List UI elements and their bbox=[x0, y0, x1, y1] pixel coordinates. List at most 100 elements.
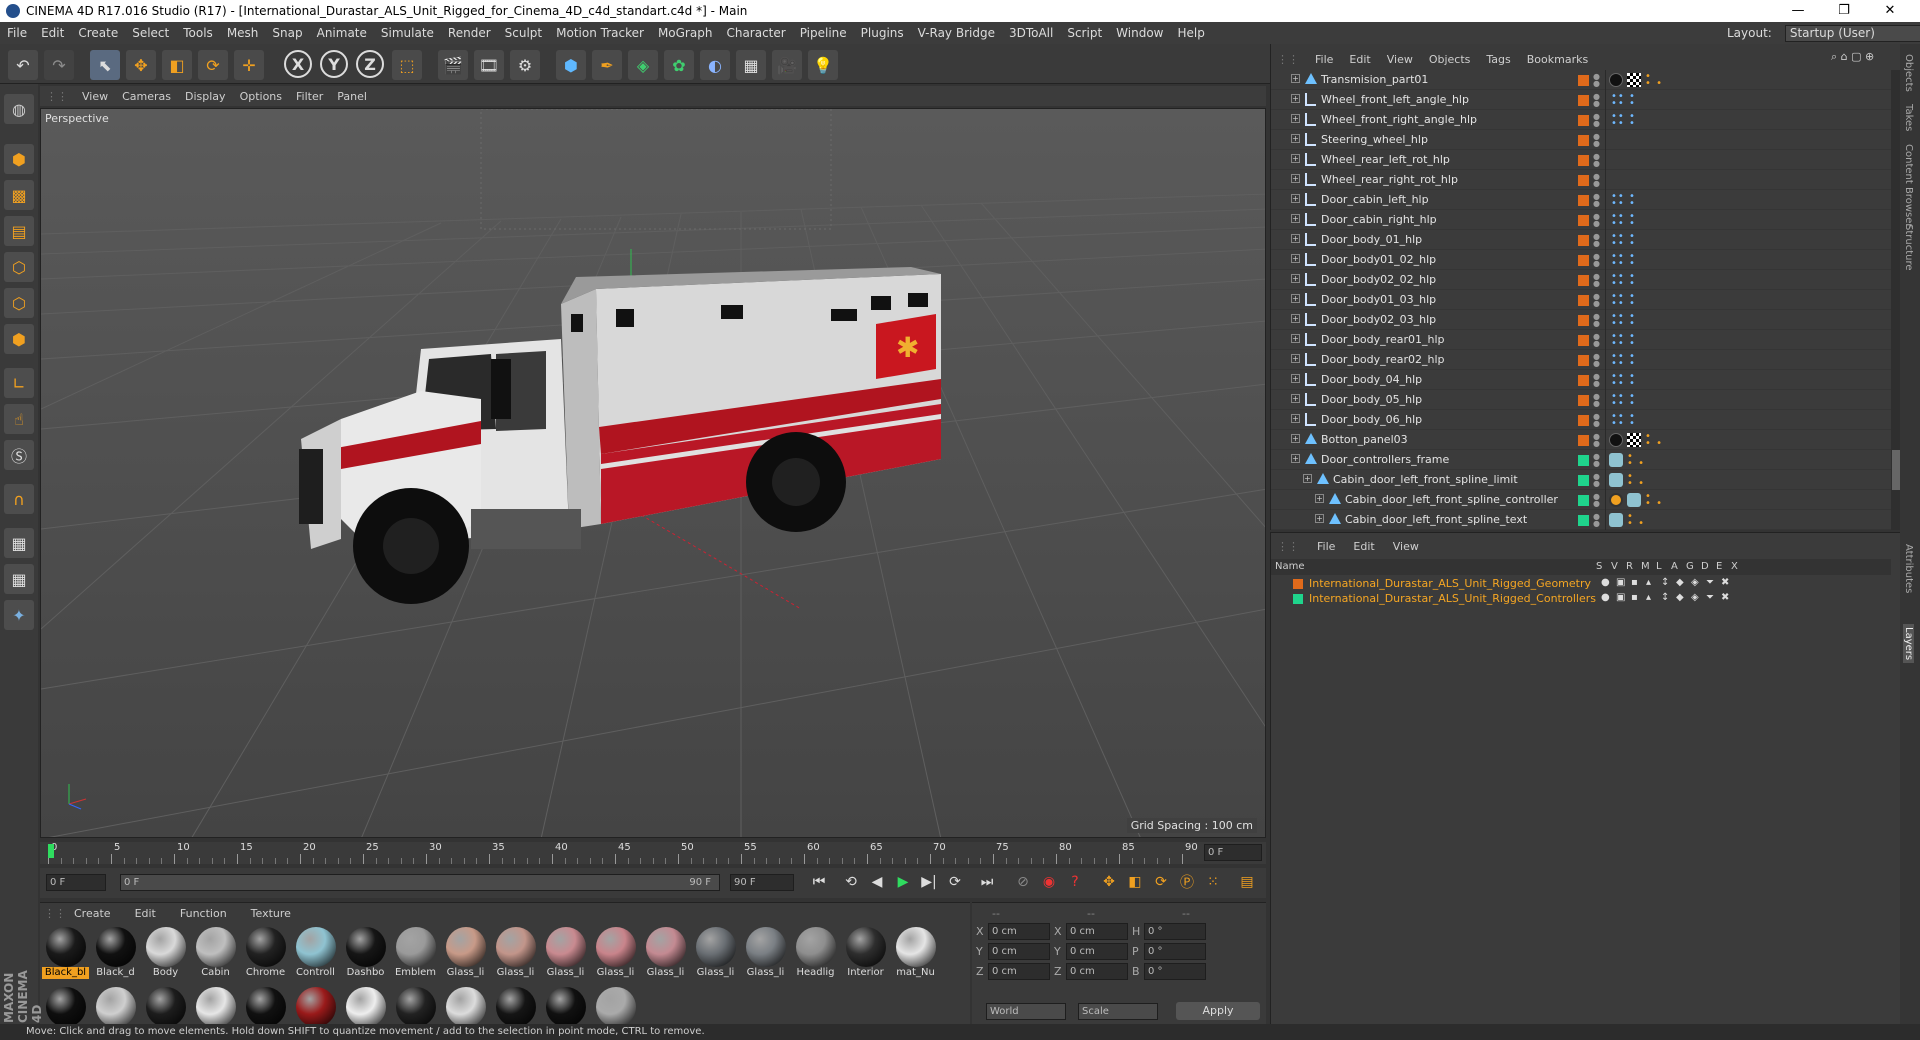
material-swatch[interactable]: Chrome bbox=[242, 925, 289, 979]
axis-mode-icon[interactable]: ∟ bbox=[4, 368, 34, 398]
cube-primitive-icon[interactable]: ⬢ bbox=[556, 50, 586, 80]
expand-toggle-icon[interactable]: + bbox=[1291, 394, 1300, 403]
layer-toggle-icon[interactable]: ▪ bbox=[1631, 577, 1638, 588]
floor-icon[interactable]: ▦ bbox=[736, 50, 766, 80]
render-view-icon[interactable]: 🎬 bbox=[438, 50, 468, 80]
visibility-dots-icon[interactable]: ● ● bbox=[1593, 273, 1600, 288]
expand-toggle-icon[interactable]: + bbox=[1291, 334, 1300, 343]
magnet-icon[interactable]: ∩ bbox=[4, 484, 34, 514]
layer-color-swatch[interactable] bbox=[1578, 215, 1589, 226]
close-button[interactable]: ✕ bbox=[1867, 0, 1913, 22]
side-tab-objects[interactable]: Objects bbox=[1903, 54, 1914, 92]
material-swatch[interactable]: Interior bbox=[842, 925, 889, 979]
constraint-tag-icon[interactable]: •• • •• • bbox=[1611, 92, 1636, 109]
material-swatch[interactable] bbox=[542, 985, 589, 1025]
material-swatch[interactable]: Glass_li bbox=[592, 925, 639, 979]
layer-color-swatch[interactable] bbox=[1578, 495, 1589, 506]
redo-button[interactable]: ↷ bbox=[44, 50, 74, 80]
layer-color-swatch[interactable] bbox=[1578, 395, 1589, 406]
texture-mode-icon[interactable]: ▩ bbox=[4, 180, 34, 210]
menu-tools[interactable]: Tools bbox=[176, 26, 220, 40]
side-tab-attributes[interactable]: Attributes bbox=[1903, 544, 1914, 593]
layer-color-swatch[interactable] bbox=[1578, 415, 1589, 426]
material-swatch[interactable]: Glass_li bbox=[442, 925, 489, 979]
timeline-ruler[interactable]: 0 5 10 15 20 25 30 35 40 45 50 55 60 65 70 75 80 85 90 0 F bbox=[40, 842, 1266, 864]
menu-window[interactable]: Window bbox=[1109, 26, 1170, 40]
expand-toggle-icon[interactable]: + bbox=[1291, 254, 1300, 263]
make-editable-icon[interactable]: ◍ bbox=[4, 94, 34, 124]
object-row[interactable]: + Door_body01_02_hlp ● ● •• • •• • bbox=[1271, 250, 1891, 270]
visibility-dots-icon[interactable]: ● ● bbox=[1593, 193, 1600, 208]
previous-keyframe-icon[interactable]: ⟲ bbox=[840, 871, 862, 893]
layer-color-swatch[interactable] bbox=[1578, 435, 1589, 446]
coord-value-field[interactable]: 0 cm bbox=[1066, 923, 1128, 940]
visibility-dots-icon[interactable]: ● ● bbox=[1593, 133, 1600, 148]
layer-toggle-icon[interactable]: ◆ bbox=[1676, 577, 1684, 588]
end-frame-field[interactable]: 90 F bbox=[730, 874, 794, 891]
object-row[interactable]: + Cabin_door_left_front_spline_text ● ● • • • bbox=[1271, 510, 1891, 530]
layer-color-swatch[interactable] bbox=[1578, 235, 1589, 246]
layer-toggle-icon[interactable]: ⏷ bbox=[1706, 577, 1714, 588]
material-tag-icon[interactable] bbox=[1609, 453, 1623, 467]
layer-toggle-icon[interactable]: ▪ bbox=[1631, 592, 1638, 603]
viewport-nav-icons[interactable]: ✥ bbox=[1211, 109, 1221, 110]
material-swatch[interactable]: Black_bl bbox=[42, 925, 89, 979]
layer-column-header[interactable]: D bbox=[1701, 561, 1709, 572]
menu-animate[interactable]: Animate bbox=[310, 26, 374, 40]
visibility-dots-icon[interactable]: ● ● bbox=[1593, 73, 1600, 88]
visibility-dots-icon[interactable]: ● ● bbox=[1593, 513, 1600, 528]
object-menu-tags[interactable]: Tags bbox=[1486, 53, 1510, 66]
expand-toggle-icon[interactable]: + bbox=[1291, 374, 1300, 383]
object-row[interactable]: + Door_body_06_hlp ● ● •• • •• • bbox=[1271, 410, 1891, 430]
next-frame-icon[interactable]: ▶| bbox=[918, 871, 940, 893]
object-row[interactable]: + Door_body_01_hlp ● ● •• • •• • bbox=[1271, 230, 1891, 250]
viewport-menu-view[interactable]: View bbox=[82, 90, 108, 103]
selection-tag-icon[interactable]: • • • bbox=[1645, 432, 1663, 449]
scale-tool-icon[interactable]: ◧ bbox=[162, 50, 192, 80]
y-axis-lock-button[interactable]: Y bbox=[320, 50, 348, 78]
edges-mode-icon[interactable]: ⬡ bbox=[4, 288, 34, 318]
menu-help[interactable]: Help bbox=[1170, 26, 1211, 40]
layer-row[interactable]: International_Durastar_ALS_Unit_Rigged_G… bbox=[1271, 577, 1891, 592]
layer-toggle-icon[interactable]: ▣ bbox=[1616, 577, 1625, 588]
material-swatch[interactable]: Glass_li bbox=[492, 925, 539, 979]
coord-value-field[interactable]: 0 ° bbox=[1144, 963, 1206, 980]
expand-toggle-icon[interactable]: + bbox=[1291, 174, 1300, 183]
visibility-dots-icon[interactable]: ● ● bbox=[1593, 493, 1600, 508]
layer-toggle-icon[interactable]: ↕ bbox=[1661, 577, 1669, 588]
layer-column-header[interactable]: R bbox=[1626, 561, 1633, 572]
layer-color-swatch[interactable] bbox=[1578, 315, 1589, 326]
viewport-menu-filter[interactable]: Filter bbox=[296, 90, 323, 103]
menu-select[interactable]: Select bbox=[125, 26, 176, 40]
layer-column-header[interactable]: M bbox=[1641, 561, 1650, 572]
polygons-mode-icon[interactable]: ⬢ bbox=[4, 324, 34, 354]
timeline-window-icon[interactable]: ▤ bbox=[1236, 871, 1258, 893]
material-menu-edit[interactable]: Edit bbox=[135, 907, 156, 920]
material-tag-icon[interactable] bbox=[1609, 73, 1623, 87]
layer-toggle-icon[interactable]: ◈ bbox=[1691, 592, 1699, 603]
menu-3dtoall[interactable]: 3DToAll bbox=[1002, 26, 1060, 40]
visibility-dots-icon[interactable]: ● ● bbox=[1593, 433, 1600, 448]
object-row[interactable]: + Door_body01_03_hlp ● ● •• • •• • bbox=[1271, 290, 1891, 310]
material-menu-texture[interactable]: Texture bbox=[251, 907, 291, 920]
viewport-menu-display[interactable]: Display bbox=[185, 90, 226, 103]
light-icon[interactable]: 💡 bbox=[808, 50, 838, 80]
material-swatch[interactable] bbox=[442, 985, 489, 1025]
rotate-tool-icon[interactable]: ⟳ bbox=[198, 50, 228, 80]
constraint-tag-icon[interactable]: •• • •• • bbox=[1611, 192, 1636, 209]
object-menu-view[interactable]: View bbox=[1387, 53, 1413, 66]
material-swatch[interactable] bbox=[492, 985, 539, 1025]
menu-motion-tracker[interactable]: Motion Tracker bbox=[549, 26, 651, 40]
coord-value-field[interactable]: 0 ° bbox=[1144, 923, 1206, 940]
selection-tag-icon[interactable]: • • • bbox=[1645, 492, 1663, 509]
object-row[interactable]: + Wheel_front_right_angle_hlp ● ● •• • •• • bbox=[1271, 110, 1891, 130]
constraint-tag-icon[interactable]: •• • •• • bbox=[1611, 372, 1636, 389]
visibility-dots-icon[interactable]: ● ● bbox=[1593, 93, 1600, 108]
expand-toggle-icon[interactable]: + bbox=[1291, 274, 1300, 283]
layer-color-swatch[interactable] bbox=[1578, 335, 1589, 346]
start-frame-field[interactable]: 0 F bbox=[46, 874, 106, 891]
viewport-menu-panel[interactable]: Panel bbox=[337, 90, 367, 103]
expand-toggle-icon[interactable]: + bbox=[1303, 474, 1312, 483]
menu-file[interactable]: File bbox=[0, 26, 34, 40]
record-active-icon[interactable]: ◉ bbox=[1038, 871, 1060, 893]
